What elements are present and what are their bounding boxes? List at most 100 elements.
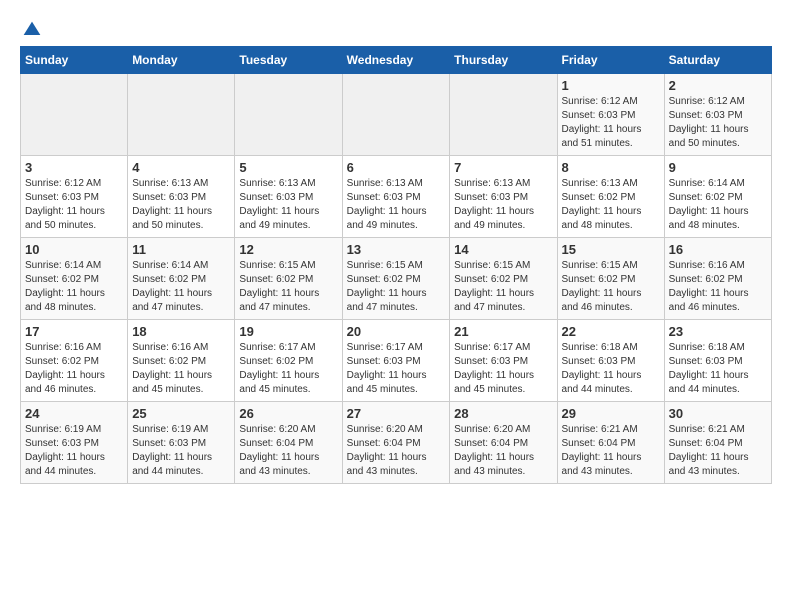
day-number: 14 — [454, 242, 552, 257]
day-info: Sunrise: 6:13 AM Sunset: 6:03 PM Dayligh… — [132, 177, 230, 233]
calendar-cell: 18 Sunrise: 6:16 AM Sunset: 6:02 PM Dayli… — [128, 320, 235, 402]
day-number: 10 — [25, 242, 123, 257]
calendar-cell: 3 Sunrise: 6:12 AM Sunset: 6:03 PM Daylig… — [21, 156, 128, 238]
calendar-day-header: Saturday — [664, 47, 771, 74]
calendar-cell — [21, 74, 128, 156]
day-number: 7 — [454, 160, 552, 175]
day-number: 16 — [669, 242, 767, 257]
day-number: 29 — [562, 406, 660, 421]
calendar-cell: 14 Sunrise: 6:15 AM Sunset: 6:02 PM Dayli… — [450, 238, 557, 320]
day-number: 17 — [25, 324, 123, 339]
day-info: Sunrise: 6:14 AM Sunset: 6:02 PM Dayligh… — [669, 177, 767, 233]
day-number: 11 — [132, 242, 230, 257]
day-number: 18 — [132, 324, 230, 339]
page-header — [20, 20, 772, 36]
day-number: 21 — [454, 324, 552, 339]
day-info: Sunrise: 6:17 AM Sunset: 6:02 PM Dayligh… — [239, 341, 337, 397]
day-number: 15 — [562, 242, 660, 257]
day-number: 20 — [347, 324, 446, 339]
day-info: Sunrise: 6:12 AM Sunset: 6:03 PM Dayligh… — [669, 95, 767, 151]
calendar-day-header: Sunday — [21, 47, 128, 74]
day-info: Sunrise: 6:12 AM Sunset: 6:03 PM Dayligh… — [25, 177, 123, 233]
day-info: Sunrise: 6:14 AM Sunset: 6:02 PM Dayligh… — [132, 259, 230, 315]
calendar-cell: 8 Sunrise: 6:13 AM Sunset: 6:02 PM Daylig… — [557, 156, 664, 238]
day-number: 25 — [132, 406, 230, 421]
day-info: Sunrise: 6:19 AM Sunset: 6:03 PM Dayligh… — [25, 423, 123, 479]
calendar-cell: 5Sunrise: 6:13 AM Sunset: 6:03 PM Daylig… — [235, 156, 342, 238]
day-info: Sunrise: 6:15 AM Sunset: 6:02 PM Dayligh… — [562, 259, 660, 315]
day-info: Sunrise: 6:20 AM Sunset: 6:04 PM Dayligh… — [239, 423, 337, 479]
calendar-cell: 24 Sunrise: 6:19 AM Sunset: 6:03 PM Dayli… — [21, 402, 128, 484]
calendar-week-row: 3 Sunrise: 6:12 AM Sunset: 6:03 PM Daylig… — [21, 156, 772, 238]
calendar-cell: 16Sunrise: 6:16 AM Sunset: 6:02 PM Dayli… — [664, 238, 771, 320]
calendar-week-row: 17 Sunrise: 6:16 AM Sunset: 6:02 PM Dayli… — [21, 320, 772, 402]
calendar-day-header: Wednesday — [342, 47, 450, 74]
calendar-cell: 21 Sunrise: 6:17 AM Sunset: 6:03 PM Dayli… — [450, 320, 557, 402]
calendar-cell: 27 Sunrise: 6:20 AM Sunset: 6:04 PM Dayli… — [342, 402, 450, 484]
calendar-day-header: Thursday — [450, 47, 557, 74]
day-info: Sunrise: 6:17 AM Sunset: 6:03 PM Dayligh… — [454, 341, 552, 397]
day-info: Sunrise: 6:13 AM Sunset: 6:02 PM Dayligh… — [562, 177, 660, 233]
calendar-cell: 1Sunrise: 6:12 AM Sunset: 6:03 PM Daylig… — [557, 74, 664, 156]
calendar-cell: 6Sunrise: 6:13 AM Sunset: 6:03 PM Daylig… — [342, 156, 450, 238]
day-number: 22 — [562, 324, 660, 339]
calendar-cell: 26 Sunrise: 6:20 AM Sunset: 6:04 PM Dayli… — [235, 402, 342, 484]
day-number: 26 — [239, 406, 337, 421]
day-info: Sunrise: 6:16 AM Sunset: 6:02 PM Dayligh… — [25, 341, 123, 397]
day-info: Sunrise: 6:20 AM Sunset: 6:04 PM Dayligh… — [347, 423, 446, 479]
day-info: Sunrise: 6:21 AM Sunset: 6:04 PM Dayligh… — [669, 423, 767, 479]
day-number: 12 — [239, 242, 337, 257]
day-info: Sunrise: 6:15 AM Sunset: 6:02 PM Dayligh… — [454, 259, 552, 315]
calendar-body: 1Sunrise: 6:12 AM Sunset: 6:03 PM Daylig… — [21, 74, 772, 484]
calendar-cell: 23Sunrise: 6:18 AM Sunset: 6:03 PM Dayli… — [664, 320, 771, 402]
day-number: 30 — [669, 406, 767, 421]
calendar-cell: 17 Sunrise: 6:16 AM Sunset: 6:02 PM Dayli… — [21, 320, 128, 402]
day-number: 13 — [347, 242, 446, 257]
calendar-day-header: Monday — [128, 47, 235, 74]
calendar-week-row: 10 Sunrise: 6:14 AM Sunset: 6:02 PM Dayli… — [21, 238, 772, 320]
calendar-table: SundayMondayTuesdayWednesdayThursdayFrid… — [20, 46, 772, 484]
calendar-cell: 13Sunrise: 6:15 AM Sunset: 6:02 PM Dayli… — [342, 238, 450, 320]
calendar-cell: 22 Sunrise: 6:18 AM Sunset: 6:03 PM Dayli… — [557, 320, 664, 402]
calendar-cell: 11 Sunrise: 6:14 AM Sunset: 6:02 PM Dayli… — [128, 238, 235, 320]
calendar-cell: 28Sunrise: 6:20 AM Sunset: 6:04 PM Dayli… — [450, 402, 557, 484]
calendar-cell: 15 Sunrise: 6:15 AM Sunset: 6:02 PM Dayli… — [557, 238, 664, 320]
calendar-cell — [235, 74, 342, 156]
calendar-cell: 29Sunrise: 6:21 AM Sunset: 6:04 PM Dayli… — [557, 402, 664, 484]
logo — [20, 20, 42, 36]
day-number: 6 — [347, 160, 446, 175]
day-number: 19 — [239, 324, 337, 339]
day-info: Sunrise: 6:19 AM Sunset: 6:03 PM Dayligh… — [132, 423, 230, 479]
day-info: Sunrise: 6:14 AM Sunset: 6:02 PM Dayligh… — [25, 259, 123, 315]
calendar-cell: 30 Sunrise: 6:21 AM Sunset: 6:04 PM Dayli… — [664, 402, 771, 484]
day-info: Sunrise: 6:13 AM Sunset: 6:03 PM Dayligh… — [239, 177, 337, 233]
day-number: 24 — [25, 406, 123, 421]
day-number: 27 — [347, 406, 446, 421]
day-number: 2 — [669, 78, 767, 93]
calendar-week-row: 1Sunrise: 6:12 AM Sunset: 6:03 PM Daylig… — [21, 74, 772, 156]
day-number: 28 — [454, 406, 552, 421]
day-info: Sunrise: 6:17 AM Sunset: 6:03 PM Dayligh… — [347, 341, 446, 397]
calendar-cell: 20 Sunrise: 6:17 AM Sunset: 6:03 PM Dayli… — [342, 320, 450, 402]
calendar-cell — [128, 74, 235, 156]
calendar-cell: 9 Sunrise: 6:14 AM Sunset: 6:02 PM Daylig… — [664, 156, 771, 238]
day-info: Sunrise: 6:12 AM Sunset: 6:03 PM Dayligh… — [562, 95, 660, 151]
calendar-cell: 10 Sunrise: 6:14 AM Sunset: 6:02 PM Dayli… — [21, 238, 128, 320]
day-number: 3 — [25, 160, 123, 175]
calendar-cell: 2 Sunrise: 6:12 AM Sunset: 6:03 PM Daylig… — [664, 74, 771, 156]
day-number: 4 — [132, 160, 230, 175]
day-info: Sunrise: 6:18 AM Sunset: 6:03 PM Dayligh… — [562, 341, 660, 397]
calendar-day-header: Tuesday — [235, 47, 342, 74]
logo-icon — [22, 20, 42, 40]
day-number: 8 — [562, 160, 660, 175]
day-number: 9 — [669, 160, 767, 175]
day-info: Sunrise: 6:16 AM Sunset: 6:02 PM Dayligh… — [132, 341, 230, 397]
day-info: Sunrise: 6:15 AM Sunset: 6:02 PM Dayligh… — [239, 259, 337, 315]
day-info: Sunrise: 6:18 AM Sunset: 6:03 PM Dayligh… — [669, 341, 767, 397]
calendar-cell: 25 Sunrise: 6:19 AM Sunset: 6:03 PM Dayli… — [128, 402, 235, 484]
calendar-day-header: Friday — [557, 47, 664, 74]
calendar-week-row: 24 Sunrise: 6:19 AM Sunset: 6:03 PM Dayli… — [21, 402, 772, 484]
calendar-cell: 4 Sunrise: 6:13 AM Sunset: 6:03 PM Daylig… — [128, 156, 235, 238]
calendar-cell — [342, 74, 450, 156]
calendar-header-row: SundayMondayTuesdayWednesdayThursdayFrid… — [21, 47, 772, 74]
